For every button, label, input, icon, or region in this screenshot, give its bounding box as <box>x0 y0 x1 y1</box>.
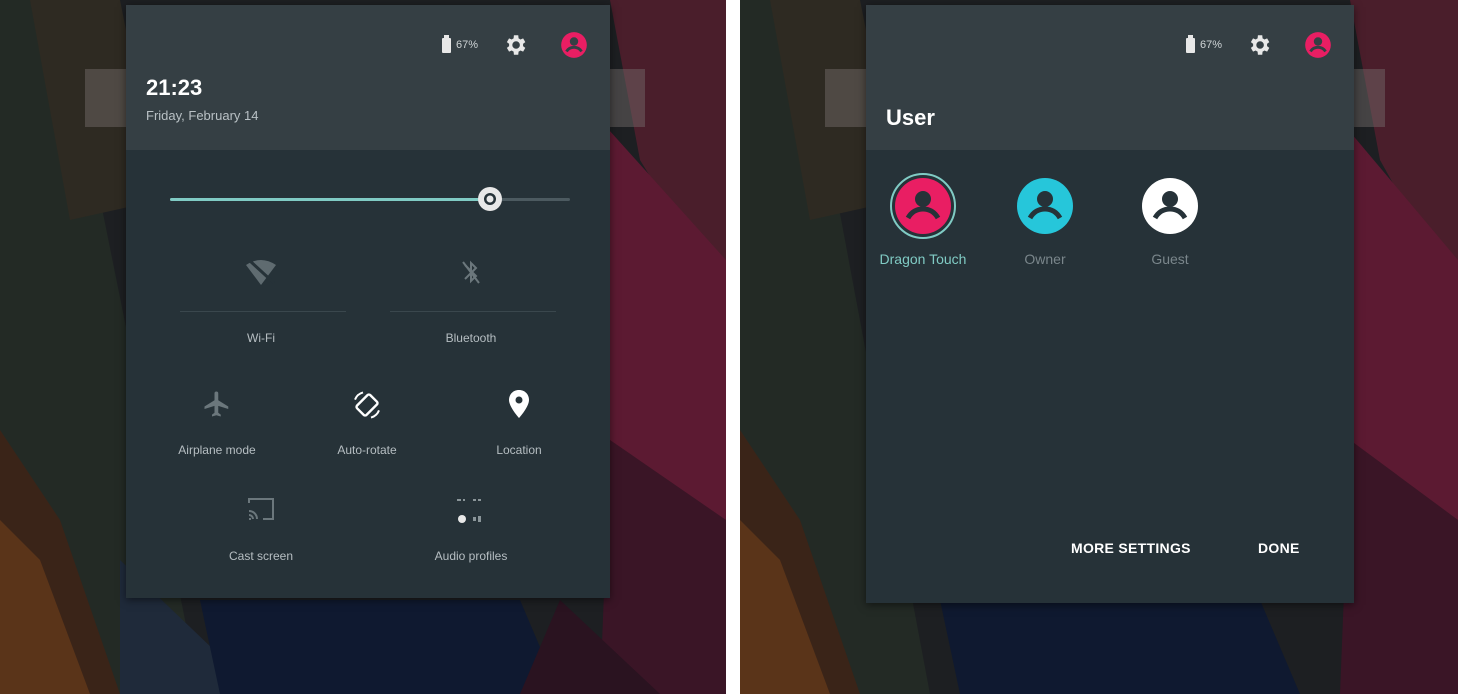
battery-indicator: 67% <box>441 34 478 53</box>
user-avatar-icon <box>1142 178 1198 234</box>
airplane-icon <box>204 391 229 417</box>
battery-percent: 67% <box>455 39 478 51</box>
gear-icon[interactable] <box>502 32 528 58</box>
user-switcher-screen: 67% User Dragon Touch Owner Guest MORE S… <box>740 0 1458 694</box>
tile-label-bluetooth: Bluetooth <box>445 331 497 345</box>
audio-profiles-icon <box>457 499 481 523</box>
brightness-slider-fill <box>170 198 490 201</box>
user-switch-icon[interactable] <box>560 31 588 59</box>
tile-label-autorotate: Auto-rotate <box>337 443 397 457</box>
panel-title: User <box>886 105 935 130</box>
user-avatar-icon <box>890 173 956 239</box>
tile-label-audio-profiles: Audio profiles <box>434 549 508 563</box>
tile-location[interactable]: Location <box>444 389 594 469</box>
battery-icon <box>441 34 451 53</box>
quick-settings-screen: 67% 21:23 Friday, February 14 Wi-Fi Blue… <box>0 0 726 694</box>
user-guest[interactable]: Guest <box>1110 172 1230 267</box>
user-name: Owner <box>1024 251 1066 267</box>
cast-icon <box>248 498 274 520</box>
user-name: Guest <box>1151 251 1189 267</box>
tile-divider <box>180 311 346 312</box>
user-panel-header: 67% User <box>866 5 1354 150</box>
shade-header: 67% 21:23 Friday, February 14 <box>126 5 610 150</box>
tile-label-cast: Cast screen <box>228 549 294 563</box>
tile-audio-profiles[interactable]: Audio profiles <box>396 495 546 575</box>
tile-autorotate[interactable]: Auto-rotate <box>292 389 442 469</box>
user-owner[interactable]: Owner <box>985 172 1105 267</box>
wifi-off-icon <box>246 259 276 285</box>
battery-percent: 67% <box>1199 39 1222 51</box>
tile-label-airplane: Airplane mode <box>178 443 256 457</box>
brightness-slider[interactable] <box>170 198 570 201</box>
user-panel: 67% User Dragon Touch Owner Guest MORE S… <box>866 5 1354 603</box>
user-dragon-touch[interactable]: Dragon Touch <box>863 172 983 267</box>
tile-airplane[interactable]: Airplane mode <box>142 389 292 469</box>
more-settings-button[interactable]: MORE SETTINGS <box>1071 540 1191 556</box>
user-name: Dragon Touch <box>879 251 967 267</box>
bluetooth-off-icon <box>462 260 480 284</box>
screen-rotation-icon <box>354 391 380 419</box>
tile-divider <box>390 311 556 312</box>
gear-icon[interactable] <box>1246 32 1272 58</box>
battery-icon <box>1185 34 1195 53</box>
clock: 21:23 <box>146 75 203 100</box>
date: Friday, February 14 <box>146 108 259 123</box>
tile-label-location: Location <box>496 443 542 457</box>
user-avatar-icon <box>1017 178 1073 234</box>
notification-shade: 67% 21:23 Friday, February 14 Wi-Fi Blue… <box>126 5 610 598</box>
tile-wifi[interactable]: Wi-Fi <box>186 257 336 347</box>
tile-label-wifi: Wi-Fi <box>247 331 275 345</box>
status-row: 67% <box>441 31 588 59</box>
tile-bluetooth[interactable]: Bluetooth <box>396 257 546 347</box>
battery-indicator: 67% <box>1185 34 1222 53</box>
status-row: 67% <box>1185 31 1332 59</box>
location-pin-icon <box>509 390 529 418</box>
done-button[interactable]: DONE <box>1258 540 1300 556</box>
user-switch-icon[interactable] <box>1304 31 1332 59</box>
tile-cast[interactable]: Cast screen <box>186 495 336 575</box>
brightness-thumb-icon[interactable] <box>475 184 505 214</box>
